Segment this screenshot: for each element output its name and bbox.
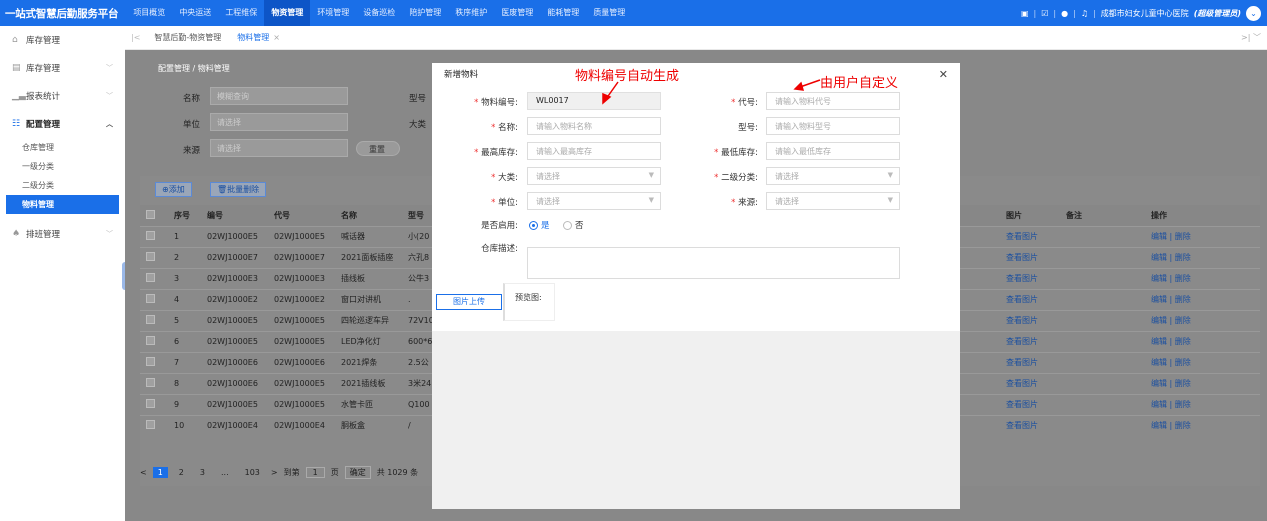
annotation-arrow-icon [602, 79, 821, 105]
annotation-arrows [602, 79, 821, 105]
